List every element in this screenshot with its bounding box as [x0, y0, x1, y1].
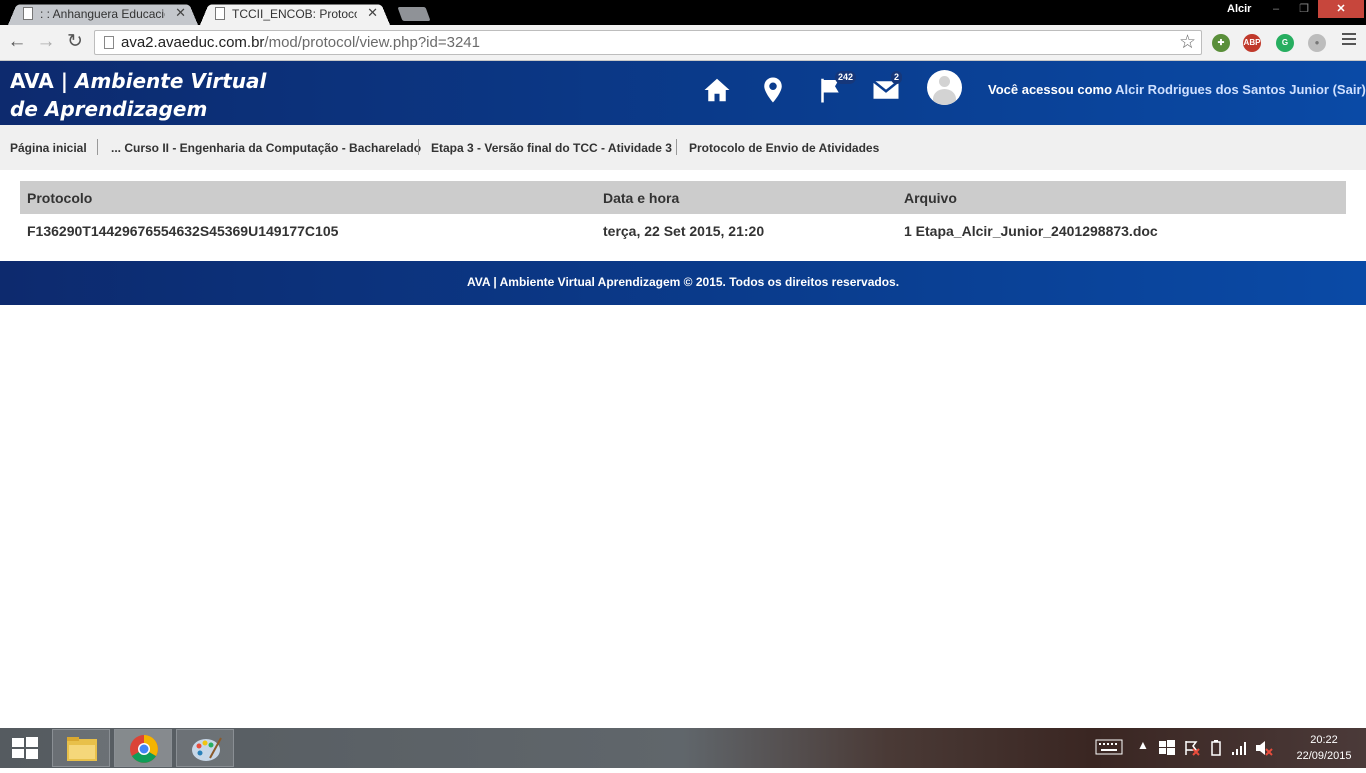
bookmark-star-icon[interactable]: ☆ — [1179, 31, 1196, 54]
logo-separator: | — [53, 69, 75, 93]
login-info: Você acessou como Alcir Rodrigues dos Sa… — [988, 82, 1366, 97]
column-header-arquivo: Arquivo — [904, 190, 957, 206]
footer-copyright: AVA | Ambiente Virtual Aprendizagem © 20… — [466, 275, 900, 289]
site-footer: AVA | Ambiente Virtual Aprendizagem © 20… — [0, 261, 1366, 305]
location-pin-icon[interactable] — [758, 75, 792, 109]
submitted-file: 1 Etapa_Alcir_Junior_2401298873.doc — [904, 223, 1158, 239]
action-center-icon[interactable] — [1184, 740, 1200, 759]
close-window-button[interactable]: ✕ — [1318, 0, 1364, 18]
url-text[interactable]: ava2.avaeduc.com.br/mod/protocol/view.ph… — [121, 34, 480, 51]
logout-link[interactable]: (Sair) — [1329, 82, 1366, 97]
paint-taskbar-button[interactable] — [176, 729, 234, 767]
breadcrumb-separator — [676, 139, 677, 155]
tab-close-icon[interactable]: ✕ — [367, 5, 378, 21]
flag-count-badge: 242 — [835, 71, 857, 84]
table-row: F136290T14429676554632S45369U149177C105 … — [20, 214, 1346, 247]
mail-count-badge: 2 — [891, 71, 903, 84]
table-header-row: Protocolo Data e hora Arquivo — [20, 181, 1346, 214]
page-icon — [23, 7, 33, 20]
browser-titlebar: : : Anhanguera Educacional ✕ TCCII_ENCOB… — [0, 0, 1366, 25]
flag-icon[interactable]: 242 — [815, 71, 857, 109]
keyboard-icon[interactable] — [1095, 739, 1123, 758]
chrome-taskbar-button[interactable] — [114, 729, 172, 767]
column-header-protocolo: Protocolo — [27, 190, 93, 206]
tab-protocolo[interactable]: TCCII_ENCOB: Protocolo de Envio ✕ — [200, 2, 390, 25]
clock-date: 22/09/2015 — [1296, 750, 1352, 762]
paint-palette-icon — [192, 737, 222, 761]
page-icon — [104, 36, 114, 49]
folder-icon — [67, 737, 97, 761]
file-explorer-taskbar-button[interactable] — [52, 729, 110, 767]
chrome-icon — [130, 735, 158, 763]
avatar[interactable] — [927, 70, 962, 105]
clock-time: 20:22 — [1310, 734, 1338, 746]
browser-toolbar: ← → ↻ ava2.avaeduc.com.br/mod/protocol/v… — [0, 25, 1366, 61]
tab-close-icon[interactable]: ✕ — [175, 5, 186, 21]
network-signal-icon[interactable] — [1231, 740, 1247, 759]
page-icon — [215, 7, 225, 20]
login-prefix: Você acessou como — [988, 82, 1116, 97]
back-button[interactable]: ← — [6, 31, 28, 53]
grammarly-extension-icon[interactable]: G — [1276, 34, 1294, 52]
puzzle-extension-icon[interactable]: ✚ — [1212, 34, 1230, 52]
url-host: ava2.avaeduc.com.br — [121, 34, 265, 51]
breadcrumb-activity[interactable]: Etapa 3 - Versão final do TCC - Atividad… — [431, 141, 672, 155]
protocol-code: F136290T14429676554632S45369U149177C105 — [27, 223, 339, 239]
submission-datetime: terça, 22 Set 2015, 21:20 — [603, 223, 765, 239]
user-profile-link[interactable]: Alcir Rodrigues dos Santos Junior — [1115, 82, 1329, 97]
address-bar[interactable]: ava2.avaeduc.com.br/mod/protocol/view.ph… — [94, 30, 1202, 55]
tab-anhanguera[interactable]: : : Anhanguera Educacional ✕ — [8, 2, 198, 25]
volume-muted-icon[interactable] — [1255, 740, 1273, 759]
adblock-extension-icon[interactable]: ABP — [1243, 34, 1261, 52]
site-header: AVA | Ambiente Virtual de Aprendizagem 2… — [0, 61, 1366, 125]
power-icon[interactable] — [1208, 739, 1224, 760]
home-icon[interactable] — [702, 75, 736, 109]
mail-icon[interactable]: 2 — [871, 71, 905, 109]
reload-button[interactable]: ↻ — [64, 31, 86, 53]
record-extension-icon[interactable]: ● — [1308, 34, 1326, 52]
logo-line2: de Aprendizagem — [10, 97, 208, 121]
minimize-button[interactable]: – — [1262, 0, 1290, 18]
tab-title: TCCII_ENCOB: Protocolo de Envio — [232, 7, 357, 21]
breadcrumb-separator — [418, 139, 419, 155]
new-tab-button[interactable] — [397, 7, 431, 21]
windows-flag-tray-icon[interactable] — [1159, 740, 1175, 759]
forward-button[interactable]: → — [35, 31, 57, 53]
profile-name[interactable]: Alcir — [1227, 3, 1251, 15]
protocol-table: Protocolo Data e hora Arquivo F136290T14… — [20, 181, 1346, 247]
windows-start-icon[interactable] — [12, 737, 38, 759]
breadcrumb-home[interactable]: Página inicial — [10, 141, 87, 155]
column-header-data-hora: Data e hora — [603, 190, 680, 206]
breadcrumb-course[interactable]: ... Curso II - Engenharia da Computação … — [111, 141, 421, 155]
breadcrumb-separator — [97, 139, 98, 155]
show-hidden-icons-icon[interactable]: ▲ — [1137, 738, 1149, 752]
maximize-button[interactable]: ❐ — [1290, 0, 1318, 18]
breadcrumb-protocol[interactable]: Protocolo de Envio de Atividades — [689, 141, 879, 155]
breadcrumb: Página inicial ... Curso II - Engenharia… — [0, 125, 1366, 170]
tab-title: : : Anhanguera Educacional — [40, 7, 165, 21]
url-path: /mod/protocol/view.php?id=3241 — [264, 34, 480, 51]
taskbar-clock[interactable]: 20:22 22/09/2015 — [1286, 732, 1362, 764]
logo-line1: Ambiente Virtual — [74, 69, 267, 93]
logo-ava: AVA — [10, 69, 54, 93]
site-logo[interactable]: AVA | Ambiente Virtual de Aprendizagem — [10, 67, 266, 123]
windows-taskbar: ▲ 20:22 22/09/2015 — [0, 728, 1366, 768]
chrome-menu-icon[interactable] — [1342, 33, 1356, 48]
